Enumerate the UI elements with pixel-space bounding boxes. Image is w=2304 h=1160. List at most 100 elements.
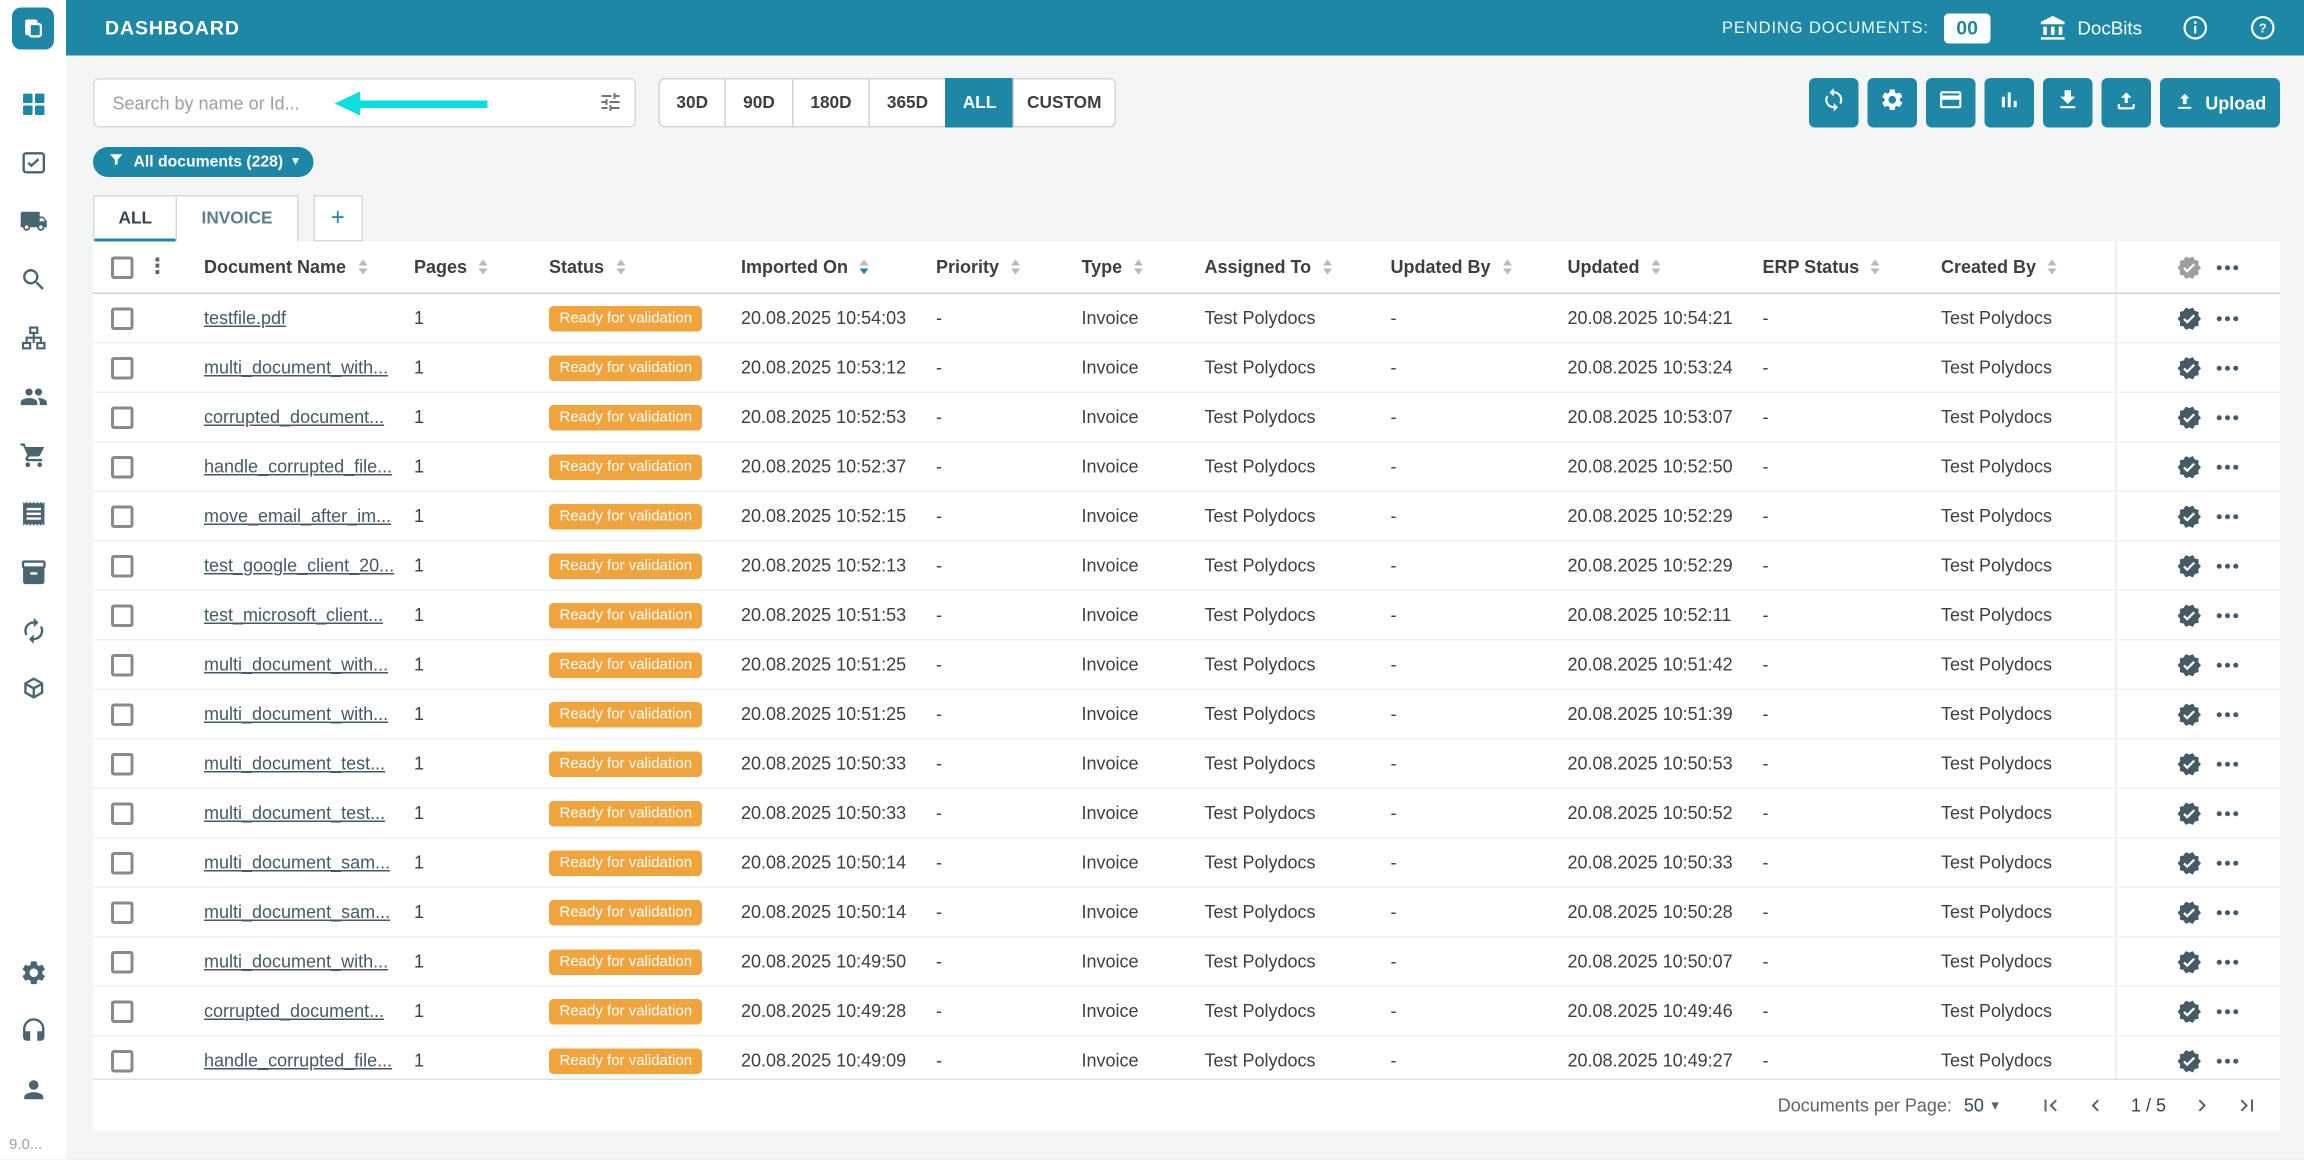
table-row[interactable]: corrupted_document... 1 Ready for valida… [93, 987, 2280, 1037]
table-row[interactable]: test_microsoft_client... 1 Ready for val… [93, 591, 2280, 641]
column-header-priority[interactable]: Priority [933, 257, 1079, 278]
sort-icon[interactable] [358, 260, 367, 275]
last-page-button[interactable] [2235, 1094, 2259, 1118]
sidebar-item-account[interactable] [0, 1064, 66, 1123]
row-menu-ellipsis-icon[interactable] [2216, 1057, 2240, 1065]
column-header-erp-status[interactable]: ERP Status [1760, 257, 1939, 278]
sort-icon[interactable] [1323, 260, 1332, 275]
date-filter-all[interactable]: ALL [945, 78, 1014, 128]
document-link[interactable]: multi_document_sam... [204, 852, 390, 873]
row-checkbox[interactable] [111, 554, 134, 577]
sidebar-item-shipping[interactable] [0, 195, 66, 254]
column-header-imported-on[interactable]: Imported On [738, 257, 933, 278]
table-row[interactable]: corrupted_document... 1 Ready for valida… [93, 393, 2280, 443]
next-page-button[interactable] [2190, 1094, 2214, 1118]
sort-icon[interactable] [1652, 260, 1661, 275]
document-link[interactable]: multi_document_test... [204, 753, 385, 774]
row-checkbox[interactable] [111, 802, 134, 825]
verified-badge-icon[interactable] [2177, 800, 2203, 826]
sidebar-item-workflow[interactable] [0, 312, 66, 371]
sidebar-item-sync[interactable] [0, 605, 66, 664]
column-header-created-by[interactable]: Created By [1938, 257, 2115, 278]
date-filter-30d[interactable]: 30D [659, 78, 727, 128]
export-button[interactable] [2043, 78, 2093, 128]
app-logo[interactable] [12, 8, 54, 50]
row-menu-ellipsis-icon[interactable] [2216, 263, 2240, 271]
tab-invoice[interactable]: INVOICE [176, 195, 298, 242]
sidebar-item-invoices[interactable] [0, 488, 66, 547]
row-menu-ellipsis-icon[interactable] [2216, 314, 2240, 322]
row-menu-ellipsis-icon[interactable] [2216, 710, 2240, 718]
verified-badge-icon[interactable] [2177, 751, 2203, 777]
refresh-button[interactable] [1809, 78, 1859, 128]
sidebar-item-tasks[interactable] [0, 137, 66, 196]
sort-icon[interactable] [479, 260, 488, 275]
search-input[interactable] [93, 78, 636, 128]
table-row[interactable]: multi_document_test... 1 Ready for valid… [93, 789, 2280, 839]
row-checkbox[interactable] [111, 604, 134, 627]
sort-icon[interactable] [616, 260, 625, 275]
add-tab-button[interactable]: + [313, 195, 363, 242]
table-row[interactable]: multi_document_sam... 1 Ready for valida… [93, 888, 2280, 938]
verified-badge-icon[interactable] [2177, 899, 2203, 925]
document-link[interactable]: multi_document_with... [204, 654, 388, 675]
tune-sliders-icon[interactable] [599, 90, 623, 122]
row-checkbox[interactable] [111, 653, 134, 676]
row-menu-ellipsis-icon[interactable] [2216, 413, 2240, 421]
table-row[interactable]: multi_document_with... 1 Ready for valid… [93, 641, 2280, 691]
upload-button[interactable]: Upload [2160, 78, 2280, 128]
document-link[interactable]: multi_document_sam... [204, 902, 390, 923]
row-menu-ellipsis-icon[interactable] [2216, 512, 2240, 520]
verified-badge-icon[interactable] [2177, 355, 2203, 381]
tab-all[interactable]: ALL [93, 195, 178, 242]
document-link[interactable]: multi_document_test... [204, 803, 385, 824]
table-row[interactable]: multi_document_sam... 1 Ready for valida… [93, 839, 2280, 889]
column-header-updated-by[interactable]: Updated By [1388, 257, 1565, 278]
verified-badge-icon[interactable] [2177, 305, 2203, 331]
row-menu-ellipsis-icon[interactable] [2216, 1007, 2240, 1015]
sidebar-item-dashboard[interactable] [0, 78, 66, 137]
row-checkbox[interactable] [111, 703, 134, 726]
previous-page-button[interactable] [2083, 1094, 2107, 1118]
table-row[interactable]: test_google_client_20... 1 Ready for val… [93, 542, 2280, 592]
sidebar-item-packages[interactable] [0, 546, 66, 605]
row-menu-ellipsis-icon[interactable] [2216, 908, 2240, 916]
column-header-type[interactable]: Type [1079, 257, 1202, 278]
select-all-checkbox[interactable] [111, 256, 134, 279]
sort-icon[interactable] [1871, 260, 1880, 275]
verified-badge-icon[interactable] [2177, 949, 2203, 975]
sort-icon[interactable] [1134, 260, 1143, 275]
per-page-select[interactable]: 50 ▾ [1964, 1095, 1999, 1116]
date-filter-custom[interactable]: CUSTOM [1013, 78, 1117, 128]
table-row[interactable]: handle_corrupted_file... 1 Ready for val… [93, 1037, 2280, 1082]
verified-badge-icon[interactable] [2177, 454, 2203, 480]
sidebar-item-support[interactable] [0, 1005, 66, 1064]
row-checkbox[interactable] [111, 356, 134, 379]
sidebar-item-purchasing[interactable] [0, 429, 66, 488]
document-link[interactable]: multi_document_with... [204, 951, 388, 972]
row-menu-ellipsis-icon[interactable] [2216, 463, 2240, 471]
document-link[interactable]: test_google_client_20... [204, 555, 394, 576]
verified-badge-icon[interactable] [2177, 850, 2203, 876]
verified-badge-icon[interactable] [2177, 652, 2203, 678]
sort-icon[interactable] [1011, 260, 1020, 275]
sidebar-item-search[interactable] [0, 254, 66, 313]
table-row[interactable]: multi_document_with... 1 Ready for valid… [93, 690, 2280, 740]
column-header-document-name[interactable]: Document Name [201, 257, 411, 278]
column-menu-kebab-icon[interactable]: ⋮ [147, 255, 168, 279]
sidebar-item-users[interactable] [0, 371, 66, 430]
document-link[interactable]: multi_document_with... [204, 357, 388, 378]
row-checkbox[interactable] [111, 307, 134, 330]
row-menu-ellipsis-icon[interactable] [2216, 859, 2240, 867]
row-menu-ellipsis-icon[interactable] [2216, 760, 2240, 768]
row-checkbox[interactable] [111, 901, 134, 924]
import-button[interactable] [2102, 78, 2152, 128]
verified-badge-icon[interactable] [2177, 1048, 2203, 1074]
document-link[interactable]: handle_corrupted_file... [204, 1050, 392, 1071]
row-checkbox[interactable] [111, 505, 134, 528]
column-header-assigned-to[interactable]: Assigned To [1202, 257, 1388, 278]
info-icon[interactable] [2181, 14, 2210, 43]
row-checkbox[interactable] [111, 455, 134, 478]
document-link[interactable]: corrupted_document... [204, 1001, 384, 1022]
analytics-button[interactable] [1985, 78, 2035, 128]
